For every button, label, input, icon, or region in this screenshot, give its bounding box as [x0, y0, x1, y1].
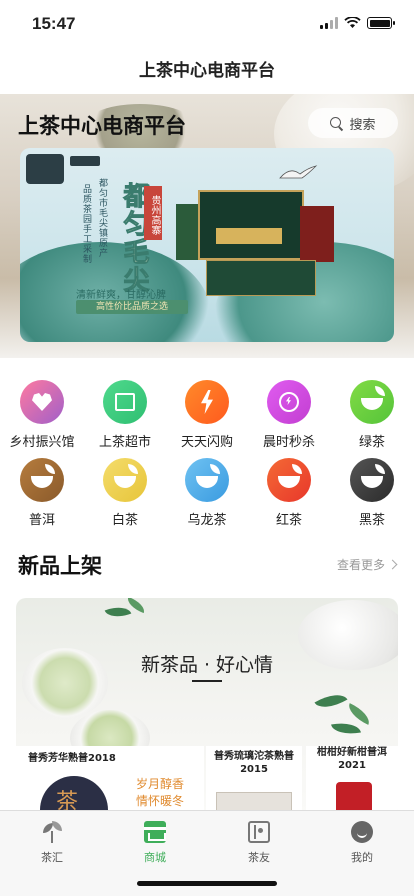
banner-origin-tag: 贵州高寨 [144, 186, 162, 240]
category-label: 天天闪购 [180, 435, 233, 450]
see-more-label: 查看更多 [336, 558, 385, 572]
category-supermarket[interactable]: 上茶超市 [89, 380, 161, 450]
oolong-tea-cup-icon [196, 464, 220, 488]
promo-banner[interactable]: 都匀市毛尖镇原产 品质茶园手工采制 都匀毛尖 贵州高寨 清新鲜爽，甘醇沁脾 高性… [20, 148, 394, 342]
banner-vertical-text-1: 都匀市毛尖镇原产 [97, 178, 107, 258]
category-label: 乌龙茶 [187, 513, 227, 528]
tab-label: 茶友 [248, 851, 270, 864]
status-bar: 15:47 [0, 0, 414, 48]
status-time: 15:47 [32, 14, 76, 33]
promo-headline: 新茶品 · 好心情 [140, 654, 274, 676]
white-tea-cup-icon [114, 464, 138, 488]
battery-icon [367, 17, 395, 29]
store-icon [115, 393, 135, 411]
category-label: 红茶 [275, 513, 302, 528]
headline-underline [192, 680, 222, 682]
category-label: 普洱 [28, 513, 55, 528]
tab-tea-hub[interactable]: 茶汇 [12, 821, 92, 865]
category-label: 乡村振兴馆 [9, 435, 75, 450]
product-tagline-2: 情怀暖冬 [136, 794, 185, 808]
tab-label: 商城 [144, 851, 166, 864]
cellular-signal-icon [320, 17, 338, 29]
tea-leaf-decoration [344, 703, 374, 725]
product-tagline-1: 岁月醇香 [136, 777, 185, 791]
black-tea-cup-icon [278, 464, 302, 488]
dark-tea-cup-icon [361, 464, 385, 488]
category-puer[interactable]: 普洱 [6, 458, 78, 528]
crane-icon [279, 165, 318, 179]
banner-product-label [216, 228, 282, 244]
banner-vertical-text-2: 品质茶园手工采制 [81, 184, 91, 264]
chevron-right-icon [387, 559, 398, 570]
banner-brand-logo [70, 156, 100, 166]
new-products-card[interactable]: 新茶品 · 好心情 普秀芳华熟普2018 茶 岁月醇香 情怀暖冬 普秀琉璃沱茶熟… [16, 598, 398, 818]
search-label: 搜索 [349, 117, 376, 133]
puer-tea-cup-icon [31, 464, 55, 488]
category-icon [185, 458, 229, 502]
product-item[interactable]: 普秀芳华熟普2018 茶 岁月醇香 情怀暖冬 [16, 746, 204, 818]
search-button[interactable]: 搜索 [308, 108, 398, 138]
tea-leaf-decoration [314, 687, 348, 715]
category-rural-revitalization[interactable]: 乡村振兴馆 [6, 380, 78, 450]
product-name: 柑柑好新柑普洱2021 [317, 747, 387, 771]
navigation-bar: 上茶中心电商平台 [0, 48, 414, 94]
product-tagline: 岁月醇香 情怀暖冬 [136, 776, 184, 810]
heart-icon [32, 393, 52, 411]
category-icon [20, 380, 64, 424]
category-label: 黑茶 [358, 513, 385, 528]
tea-leaf-decoration [331, 719, 361, 738]
category-morning-seckill[interactable]: 晨时秒杀 [253, 380, 325, 450]
tab-profile[interactable]: 我的 [322, 821, 402, 865]
hero-title: 上茶中心电商平台 [18, 114, 186, 138]
sprout-icon [41, 821, 63, 843]
category-green-tea[interactable]: 绿茶 [336, 380, 408, 450]
status-icons [320, 17, 395, 29]
wifi-icon [344, 17, 361, 28]
tab-label: 我的 [351, 851, 373, 864]
product-item[interactable]: 柑柑好新柑普洱2021 [306, 746, 398, 818]
category-icon [20, 458, 64, 502]
category-label: 白茶 [111, 513, 138, 528]
banner-product-gift-box [198, 190, 304, 260]
product-name: 普秀琉璃沱茶熟普2015 [214, 751, 294, 775]
banner-pill: 高性价比品质之选 [76, 300, 188, 314]
banner-product-box-red [300, 206, 334, 262]
category-dark-tea[interactable]: 黑茶 [336, 458, 408, 528]
category-icon [103, 458, 147, 502]
category-icon [350, 458, 394, 502]
product-item[interactable]: 普秀琉璃沱茶熟普2015 [206, 746, 302, 818]
category-icon [103, 380, 147, 424]
product-name: 普秀芳华熟普2018 [28, 753, 116, 764]
category-icon [185, 380, 229, 424]
hero-header: 上茶中心电商平台 搜索 都匀市毛尖镇原产 品质茶园手工采制 都匀毛尖 贵州高寨 … [0, 94, 414, 358]
banner-product-tins [206, 260, 316, 296]
category-black-tea[interactable]: 红茶 [253, 458, 325, 528]
category-icon [350, 380, 394, 424]
category-icon [267, 458, 311, 502]
category-oolong[interactable]: 乌龙茶 [171, 458, 243, 528]
category-label: 晨时秒杀 [262, 435, 315, 450]
category-label: 上茶超市 [98, 435, 151, 450]
contacts-icon [248, 821, 270, 843]
category-white-tea[interactable]: 白茶 [89, 458, 161, 528]
tab-tea-friends[interactable]: 茶友 [219, 821, 299, 865]
category-flash-sale[interactable]: 天天闪购 [171, 380, 243, 450]
profile-icon [351, 821, 373, 843]
home-indicator[interactable] [137, 881, 277, 886]
banner-slogan: 清新鲜爽，甘醇沁脾 [76, 290, 166, 301]
search-icon [330, 116, 343, 130]
see-more-link[interactable]: 查看更多 [336, 556, 398, 573]
shop-icon [144, 821, 166, 843]
banner-portrait-image [26, 154, 64, 184]
category-icon [267, 380, 311, 424]
tab-label: 茶汇 [41, 851, 63, 864]
category-label: 绿茶 [358, 435, 385, 450]
green-tea-cup-icon [361, 386, 385, 410]
alarm-clock-icon [279, 392, 299, 412]
page-title: 上茶中心电商平台 [139, 61, 275, 80]
section-title-new-products: 新品上架 [18, 554, 102, 578]
tab-mall[interactable]: 商城 [115, 821, 195, 865]
lightning-icon [201, 390, 213, 414]
tea-leaf-decoration [104, 602, 132, 622]
